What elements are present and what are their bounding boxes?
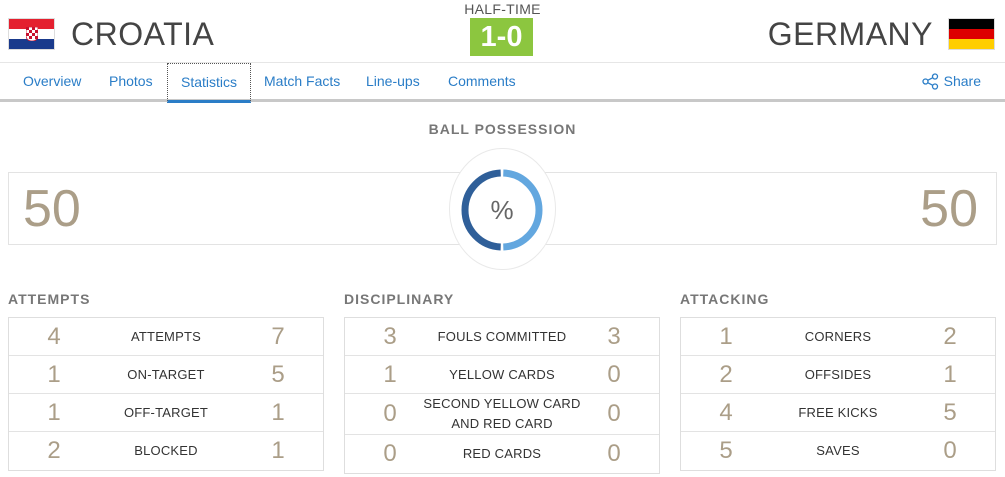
share-button[interactable]: Share xyxy=(921,63,981,100)
stat-label: ATTEMPTS xyxy=(131,328,201,344)
possession-title: BALL POSSESSION xyxy=(428,121,577,137)
tab-line-ups[interactable]: Line-ups xyxy=(366,63,420,100)
stat-label: OFFSIDES xyxy=(804,366,872,382)
stat-label: YELLOW CARDS xyxy=(449,366,555,382)
match-status: HALF-TIME xyxy=(464,1,541,17)
croatia-flag-icon xyxy=(8,18,55,50)
germany-flag-icon xyxy=(948,18,995,50)
home-stat-value: 5 xyxy=(719,437,733,464)
disciplinary-table: 3 FOULS COMMITTED 3 1 YELLOW CARDS 0 0 SECOND… xyxy=(344,317,660,474)
home-stat-value: 2 xyxy=(719,360,733,388)
tab-statistics[interactable]: Statistics xyxy=(167,63,252,103)
match-header: CROATIA HALF-TIME 1-0 GERMANY xyxy=(0,0,1005,62)
match-nav: Overview Photos Statistics Match Facts L… xyxy=(0,62,1005,103)
home-team-name[interactable]: CROATIA xyxy=(71,14,214,54)
stat-label: CORNERS xyxy=(804,328,872,344)
stat-label: SAVES xyxy=(816,443,860,458)
home-stat-value: 0 xyxy=(383,440,397,467)
attempts-section-title: ATTEMPTS xyxy=(8,291,91,307)
away-stat-value: 1 xyxy=(943,360,957,388)
away-stat-value: 1 xyxy=(271,398,285,426)
stat-label: RED CARDS xyxy=(462,446,542,461)
home-stat-value: 4 xyxy=(719,398,733,426)
disciplinary-section-title: DISCIPLINARY xyxy=(344,291,455,307)
away-stat-value: 7 xyxy=(271,322,285,350)
match-score: 1-0 xyxy=(470,18,533,56)
home-stat-value: 4 xyxy=(47,322,61,350)
away-stat-value: 2 xyxy=(943,322,957,350)
away-stat-value: 0 xyxy=(607,400,621,427)
home-stat-value: 2 xyxy=(47,437,61,464)
away-possession-value: 50 xyxy=(920,180,978,238)
attacking-section-title: ATTACKING xyxy=(680,291,770,307)
away-stat-value: 1 xyxy=(271,437,285,464)
tab-photos[interactable]: Photos xyxy=(109,63,153,100)
attempts-table: 4 ATTEMPTS 7 1 ON-TARGET 5 1 OFF-TARGET 1 2 BLO… xyxy=(8,317,324,471)
away-stat-value: 0 xyxy=(943,437,957,464)
stat-label: FREE KICKS xyxy=(798,404,878,420)
possession-percent-symbol: % xyxy=(490,195,514,225)
away-stat-value: 5 xyxy=(943,398,957,426)
home-stat-value: 1 xyxy=(719,322,733,350)
away-stat-value: 3 xyxy=(607,322,621,350)
home-stat-value: 1 xyxy=(383,360,397,388)
away-stat-value: 0 xyxy=(607,440,621,467)
tab-comments[interactable]: Comments xyxy=(448,63,516,100)
stat-label: OFF-TARGET xyxy=(123,404,209,420)
stat-label: ON-TARGET xyxy=(127,366,205,382)
away-stat-value: 0 xyxy=(607,360,621,388)
attacking-table: 1 CORNERS 2 2 OFFSIDES 1 4 FREE KICKS 5 5 SAVES… xyxy=(680,317,996,471)
tab-match-facts[interactable]: Match Facts xyxy=(264,63,340,100)
home-stat-value: 1 xyxy=(47,360,61,388)
stat-label: SECOND YELLOW CARD AND RED CARD xyxy=(423,396,581,431)
stat-label: FOULS COMMITTED xyxy=(437,328,567,344)
home-possession-value: 50 xyxy=(23,180,81,238)
stat-label: BLOCKED xyxy=(134,443,198,458)
home-stat-value: 0 xyxy=(383,400,397,427)
share-label: Share xyxy=(943,73,981,89)
away-stat-value: 5 xyxy=(271,360,285,388)
away-team-name[interactable]: GERMANY xyxy=(768,14,933,54)
tab-overview[interactable]: Overview xyxy=(23,63,81,100)
share-icon xyxy=(921,73,938,90)
home-stat-value: 3 xyxy=(383,322,397,350)
home-stat-value: 1 xyxy=(47,398,61,426)
